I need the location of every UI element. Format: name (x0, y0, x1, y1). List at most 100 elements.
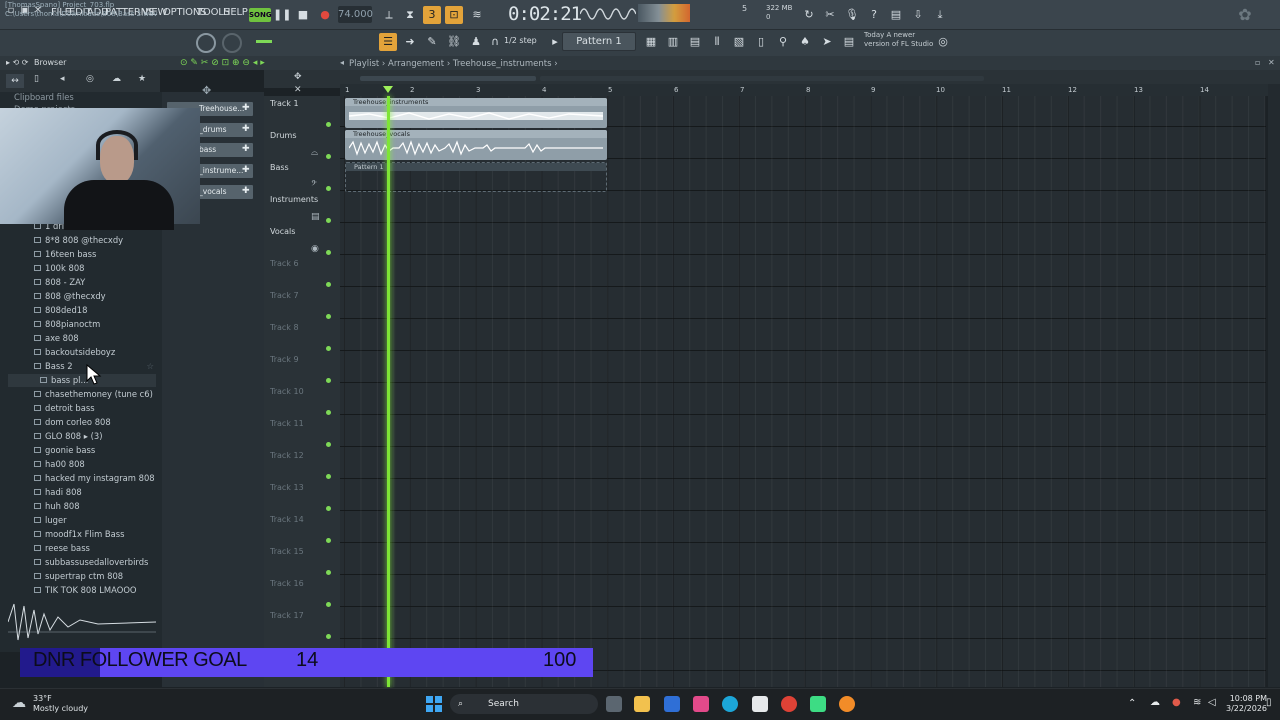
track-name[interactable]: Track 9 (270, 355, 299, 364)
browser-back-icon[interactable]: ◂ (60, 74, 65, 84)
pattern-selector[interactable]: Pattern 1 (562, 32, 636, 51)
link-icon[interactable]: ⛓ (445, 33, 463, 51)
pencil-icon[interactable]: ✎ (423, 33, 441, 51)
track-mute-led[interactable] (326, 634, 331, 639)
notification-icon[interactable]: ▯ (1266, 697, 1272, 708)
track-mute-led[interactable] (326, 346, 331, 351)
browser-item[interactable]: 8*8 808 @thecxdy (34, 235, 123, 249)
playlist-tools-icon[interactable]: ⊙ ✎ ✂ ⊘ ⊡ ⊕ ⊖ ◂ ▸ (180, 58, 265, 68)
news-panel[interactable]: Today A newer version of FL Studio (864, 31, 933, 49)
browser-item[interactable]: backoutsideboyz (34, 347, 115, 361)
help-icon[interactable]: ? (865, 6, 883, 24)
browser-file-icon[interactable]: ▯ (34, 74, 39, 84)
browser-item[interactable]: chasethemoney (tune c6) (34, 389, 153, 403)
fl-studio-icon[interactable] (839, 696, 855, 712)
favorite-star-icon[interactable]: ☆ (146, 361, 154, 371)
track-mute-led[interactable] (326, 570, 331, 575)
outlook-icon[interactable] (664, 696, 680, 712)
speaker-icon[interactable]: ◁ (1208, 697, 1216, 708)
browser-item[interactable]: 16teen bass (34, 249, 96, 263)
track-name[interactable]: Track 13 (270, 483, 304, 492)
browser-item[interactable]: 808 - ZAY (34, 277, 85, 291)
browser-item[interactable]: TIK TOK 808 LMAOOO (34, 585, 137, 599)
audio-clip-vocals[interactable]: Treehouse_vocals (345, 130, 607, 160)
export-icon[interactable]: ⤓ (931, 6, 949, 24)
track-name[interactable]: Track 16 (270, 579, 304, 588)
record-icon[interactable]: ● (316, 6, 334, 24)
magnet-icon[interactable]: ∩ (486, 33, 504, 51)
track-name[interactable]: Track 12 (270, 451, 304, 460)
vertical-scrollbar[interactable] (1268, 84, 1280, 687)
render-icon[interactable]: ⇩ (909, 6, 927, 24)
metronome-icon[interactable]: ⟂ (380, 6, 398, 24)
add-icon[interactable]: ✚ (242, 124, 250, 134)
loop-record-icon[interactable]: ⊡ (445, 6, 463, 24)
track-mute-led[interactable] (326, 122, 331, 127)
browser-item[interactable]: 808ded18 (34, 305, 87, 319)
edge-icon[interactable] (722, 696, 738, 712)
undo-history-icon[interactable]: ↻ (800, 6, 818, 24)
song-mode-button[interactable]: SONG (249, 8, 272, 22)
browser-item[interactable]: moodf1x Flim Bass (34, 529, 125, 543)
tray-app-icon[interactable]: ☁ (1150, 697, 1160, 708)
app-icon[interactable] (810, 696, 826, 712)
browser-cloud-icon[interactable]: ☁ (112, 74, 121, 84)
playlist-toggle-icon[interactable]: ☰ (379, 33, 397, 51)
taskbar-search[interactable]: ⌕ Search (450, 694, 598, 714)
weather-icon[interactable]: ☁ (12, 695, 26, 711)
plugin-icon[interactable]: ▯ (752, 33, 770, 51)
play-icon[interactable]: ❚❚ (273, 6, 291, 24)
track-mute-led[interactable] (326, 314, 331, 319)
file-explorer-icon[interactable] (634, 696, 650, 712)
send-icon[interactable]: ➤ (818, 33, 836, 51)
track-name[interactable]: Track 11 (270, 419, 304, 428)
tray-overflow-icon[interactable]: ⌃ (1128, 698, 1136, 709)
copilot-icon[interactable] (693, 696, 709, 712)
window-minimize-icon[interactable]: ▫ (1255, 58, 1260, 67)
horizontal-scrollbar[interactable] (360, 76, 536, 81)
track-mute-led[interactable] (326, 602, 331, 607)
plug-icon[interactable]: ⚲ (774, 33, 792, 51)
browser-star-icon[interactable]: ★ (138, 74, 146, 84)
playlist-nav-icon[interactable]: ◂ (340, 58, 344, 67)
weather-widget[interactable]: 33°F Mostly cloudy (33, 694, 88, 714)
track-name[interactable]: Drums (270, 131, 296, 140)
cut-icon[interactable]: ✂ (821, 6, 839, 24)
browser-item[interactable]: axe 808 (34, 333, 79, 347)
browser-item[interactable]: 808pianoctm (34, 319, 100, 333)
browser-item[interactable]: 808 @thecxdy (34, 291, 106, 305)
browser-target-icon[interactable]: ◎ (86, 74, 94, 84)
chrome-icon[interactable] (781, 696, 797, 712)
browser-item[interactable]: hacked my instagram 808 (34, 473, 155, 487)
taskbar-clock[interactable]: 10:08 PM 3/22/2026 (1226, 694, 1267, 714)
browser-icon[interactable]: ▧ (730, 33, 748, 51)
browser-item[interactable]: huh 808 (34, 501, 80, 515)
track-name[interactable]: Track 8 (270, 323, 299, 332)
window-close-icon[interactable]: ✕ (1268, 58, 1275, 67)
track-mute-led[interactable] (326, 378, 331, 383)
track-name[interactable]: Track 1 (270, 99, 299, 108)
browser-item[interactable]: 100k 808 (34, 263, 84, 277)
add-icon[interactable]: ✚ (242, 103, 250, 113)
master-level-slider[interactable] (256, 40, 272, 43)
pitch-knob[interactable] (196, 33, 216, 53)
playlist-breadcrumb[interactable]: Playlist › Arrangement › Treehouse_instr… (349, 59, 558, 69)
browser-item[interactable]: luger (34, 515, 67, 529)
arrow-icon[interactable]: ➜ (401, 33, 419, 51)
browser-item[interactable]: reese bass (34, 543, 90, 557)
news-icon[interactable]: ▤ (840, 33, 858, 51)
volume-knob[interactable] (222, 33, 242, 53)
track-mute-led[interactable] (326, 410, 331, 415)
tempo-field[interactable]: 74.000 (338, 6, 373, 23)
track-name[interactable]: Track 14 (270, 515, 304, 524)
track-mute-led[interactable] (326, 442, 331, 447)
browser-nav-icon[interactable]: ▸ ⟲ ⟳ (6, 58, 29, 67)
brush-icon[interactable]: ♟ (467, 33, 485, 51)
track-name[interactable]: Track 6 (270, 259, 299, 268)
track-mute-led[interactable] (326, 506, 331, 511)
track-name[interactable]: Instruments (270, 195, 318, 204)
tempo-tap-icon[interactable]: ♠ (796, 33, 814, 51)
piano-roll-icon[interactable]: ▥ (664, 33, 682, 51)
track-mute-led[interactable] (326, 250, 331, 255)
mixer-icon[interactable]: ⦀ (708, 33, 726, 51)
